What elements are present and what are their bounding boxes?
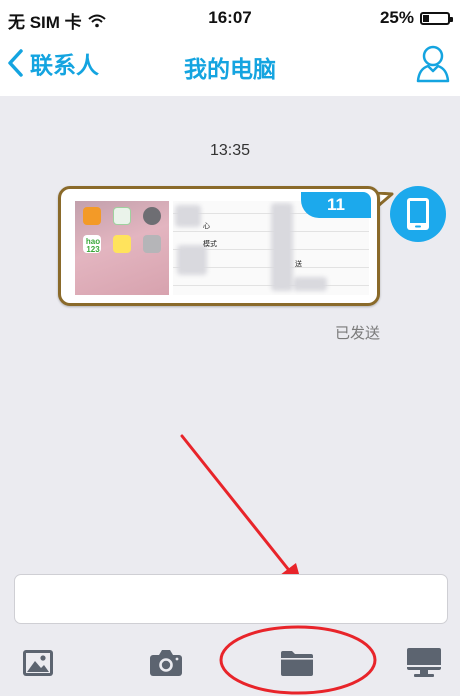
message-input[interactable] bbox=[14, 574, 448, 624]
folder-icon bbox=[281, 651, 313, 676]
message-status: 已发送 bbox=[334, 325, 380, 342]
image-message-bubble[interactable]: hao 123 心 模式 送 11 bbox=[58, 186, 380, 306]
send-image-button[interactable] bbox=[18, 646, 58, 680]
blurred-region bbox=[177, 245, 207, 275]
app-icon-map bbox=[113, 207, 131, 225]
battery-icon bbox=[420, 11, 453, 25]
camera-icon bbox=[150, 650, 182, 676]
person-outline-icon bbox=[416, 45, 450, 83]
camera-button[interactable] bbox=[146, 646, 186, 680]
app-icon-notes bbox=[113, 235, 131, 253]
image-count-badge: 11 bbox=[301, 192, 371, 218]
remote-desktop-button[interactable] bbox=[404, 646, 444, 680]
list-row-text: 心 bbox=[203, 223, 210, 230]
bottom-toolbar bbox=[0, 630, 460, 696]
status-bar: 无 SIM 卡 16:07 25% bbox=[0, 0, 460, 34]
screenshot-thumbnail-home: hao 123 bbox=[75, 201, 169, 295]
battery-percent: 25% bbox=[379, 8, 414, 27]
message-timestamp: 13:35 bbox=[209, 142, 251, 159]
monitor-icon bbox=[407, 648, 441, 677]
sender-avatar[interactable] bbox=[390, 186, 446, 242]
phone-device-icon bbox=[407, 198, 429, 230]
battery-status: 25% bbox=[379, 8, 453, 28]
annotation-arrow-shaft bbox=[180, 434, 294, 576]
app-icon-settings bbox=[143, 207, 161, 225]
battery-fill bbox=[423, 14, 429, 22]
profile-button[interactable] bbox=[416, 43, 450, 88]
nav-bar: 联系人 我的电脑 bbox=[0, 34, 460, 96]
app-icon-orange bbox=[83, 207, 101, 225]
blurred-region bbox=[175, 205, 201, 227]
list-row-text: 模式 bbox=[203, 241, 217, 248]
app-icon-contacts bbox=[143, 235, 161, 253]
blurred-region bbox=[293, 277, 327, 291]
image-icon bbox=[23, 650, 53, 676]
app-label-hao123: hao 123 bbox=[85, 237, 101, 254]
page-title: 我的电脑 bbox=[184, 56, 276, 82]
send-file-button[interactable] bbox=[277, 646, 317, 680]
blurred-region bbox=[271, 203, 293, 291]
list-row-text: 送 bbox=[295, 261, 302, 268]
